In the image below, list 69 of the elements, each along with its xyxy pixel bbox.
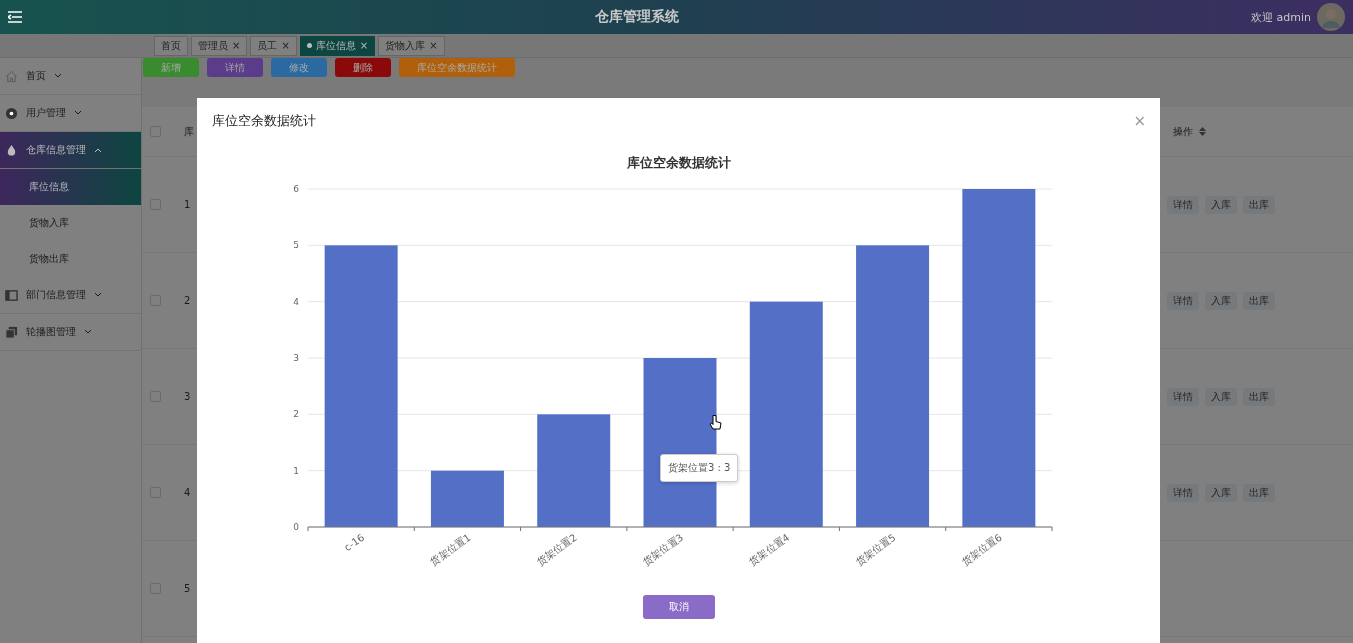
column-header: 库 [183, 124, 194, 139]
tab[interactable]: 管理员 × [191, 35, 248, 56]
caret-icon [94, 147, 102, 153]
axis-tick-label: 2 [293, 409, 299, 420]
sort-icon[interactable] [1199, 127, 1206, 136]
caret-icon [74, 110, 82, 116]
caret-icon [84, 329, 92, 335]
table-cell-text: 5 [183, 583, 191, 594]
chart-title: 库位空余数据统计 [625, 154, 732, 172]
caret-icon [94, 292, 102, 298]
caret-icon [54, 73, 62, 79]
panel-icon [5, 288, 18, 302]
row-button[interactable]: 详情 [1167, 195, 1199, 214]
row-button[interactable]: 出库 [1243, 387, 1275, 406]
menu-icon[interactable] [8, 11, 22, 23]
axis-tick-label: 1 [293, 465, 299, 476]
disc-icon [5, 106, 18, 120]
sidebar-item[interactable]: 仓库信息管理 [0, 132, 141, 169]
table-cell-text: 2 [183, 295, 191, 306]
close-icon[interactable]: × [429, 40, 438, 51]
sidebar-subitem[interactable]: 库位信息 [0, 169, 141, 205]
column-header[interactable]: 操作 [1167, 124, 1193, 139]
row-button[interactable]: 详情 [1167, 387, 1199, 406]
axis-category-label: 货架位置1 [428, 531, 473, 568]
axis-category-label: 货架位置6 [959, 531, 1004, 568]
row-button[interactable]: 详情 [1167, 483, 1199, 502]
row-button[interactable]: 出库 [1243, 291, 1275, 310]
row-button[interactable]: 入库 [1205, 387, 1237, 406]
row-button[interactable]: 入库 [1205, 195, 1237, 214]
axis-category-label: 货架位置3 [640, 531, 686, 568]
tab[interactable]: 货物入库 × [378, 35, 445, 56]
axis-tick-label: 5 [293, 240, 299, 251]
action-button[interactable]: 修改 [271, 58, 327, 77]
drop-icon [5, 143, 18, 157]
app-title: 仓库管理系统 [593, 8, 680, 26]
table-cell-text: 1 [183, 199, 191, 210]
table-cell-text: 3 [183, 391, 191, 402]
row-button[interactable]: 详情 [1167, 291, 1199, 310]
close-icon[interactable]: × [359, 40, 369, 51]
row-button[interactable]: 出库 [1243, 195, 1275, 214]
tab[interactable]: 首页 [154, 35, 188, 56]
tab[interactable]: 库位信息 × [299, 35, 376, 56]
axis-tick-label: 3 [293, 353, 299, 363]
tab[interactable]: 员工 × [250, 35, 297, 56]
axis-category-label: 货架位置5 [853, 531, 898, 568]
axis-tick-label: 4 [293, 296, 299, 307]
axis-tick-label: 0 [293, 522, 299, 532]
axis-category-label: c-16 [342, 531, 367, 554]
cancel-button[interactable]: 取消 [642, 595, 715, 619]
hand-cursor-icon [709, 414, 722, 431]
axis-category-label: 货架位置2 [534, 531, 579, 568]
row-button[interactable]: 入库 [1205, 483, 1237, 502]
axis-category-label: 货架位置4 [747, 531, 792, 568]
avatar-icon[interactable] [1317, 3, 1345, 31]
home-icon [5, 69, 18, 83]
action-button[interactable]: 删除 [335, 58, 391, 77]
table-cell-text: 4 [183, 487, 191, 498]
dialog-title: 库位空余数据统计 [212, 112, 316, 130]
action-button[interactable]: 详情 [207, 58, 263, 77]
welcome-text: 欢迎 admin [1251, 9, 1311, 25]
row-button[interactable]: 入库 [1205, 291, 1237, 310]
close-icon[interactable]: × [232, 40, 241, 51]
chart-tooltip: 货架位置3 : 3 [660, 454, 739, 482]
dot-icon [306, 43, 312, 48]
copy-icon [5, 325, 18, 339]
close-icon[interactable]: × [281, 40, 290, 51]
row-button[interactable]: 出库 [1243, 483, 1275, 502]
axis-tick-label: 6 [293, 184, 299, 194]
close-icon[interactable]: × [1133, 112, 1146, 130]
